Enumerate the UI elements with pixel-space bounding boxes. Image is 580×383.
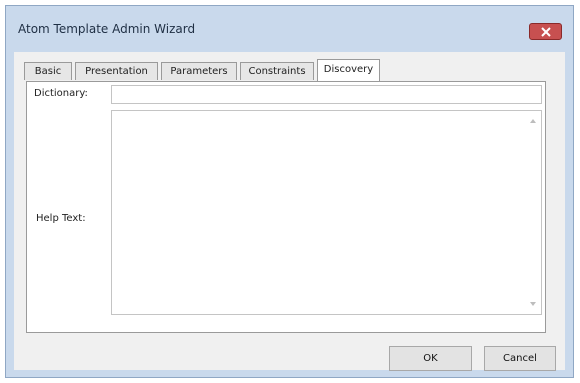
tab-constraints[interactable]: Constraints	[240, 62, 314, 80]
tab-parameters[interactable]: Parameters	[161, 62, 237, 80]
tab-strip: Basic Presentation Parameters Constraint…	[24, 59, 544, 82]
help-text-label: Help Text:	[36, 213, 86, 224]
dialog-window: Atom Template Admin Wizard Basic Present…	[5, 5, 574, 378]
tab-discovery[interactable]: Discovery	[317, 59, 380, 81]
help-text-area[interactable]	[111, 110, 542, 315]
tab-presentation[interactable]: Presentation	[75, 62, 158, 80]
close-button[interactable]	[529, 23, 562, 40]
close-icon	[541, 27, 551, 37]
window-title: Atom Template Admin Wizard	[18, 22, 196, 36]
dictionary-label: Dictionary:	[34, 88, 88, 99]
dialog-client-area: Basic Presentation Parameters Constraint…	[14, 52, 565, 371]
cancel-button[interactable]: Cancel	[484, 346, 556, 371]
title-bar: Atom Template Admin Wizard	[6, 6, 573, 44]
scroll-up-arrow-icon[interactable]	[529, 117, 537, 125]
discovery-panel: Dictionary: Help Text:	[26, 81, 546, 333]
scroll-down-arrow-icon[interactable]	[529, 300, 537, 308]
tab-basic[interactable]: Basic	[24, 62, 72, 80]
ok-button[interactable]: OK	[389, 346, 472, 371]
dictionary-input[interactable]	[111, 85, 542, 104]
